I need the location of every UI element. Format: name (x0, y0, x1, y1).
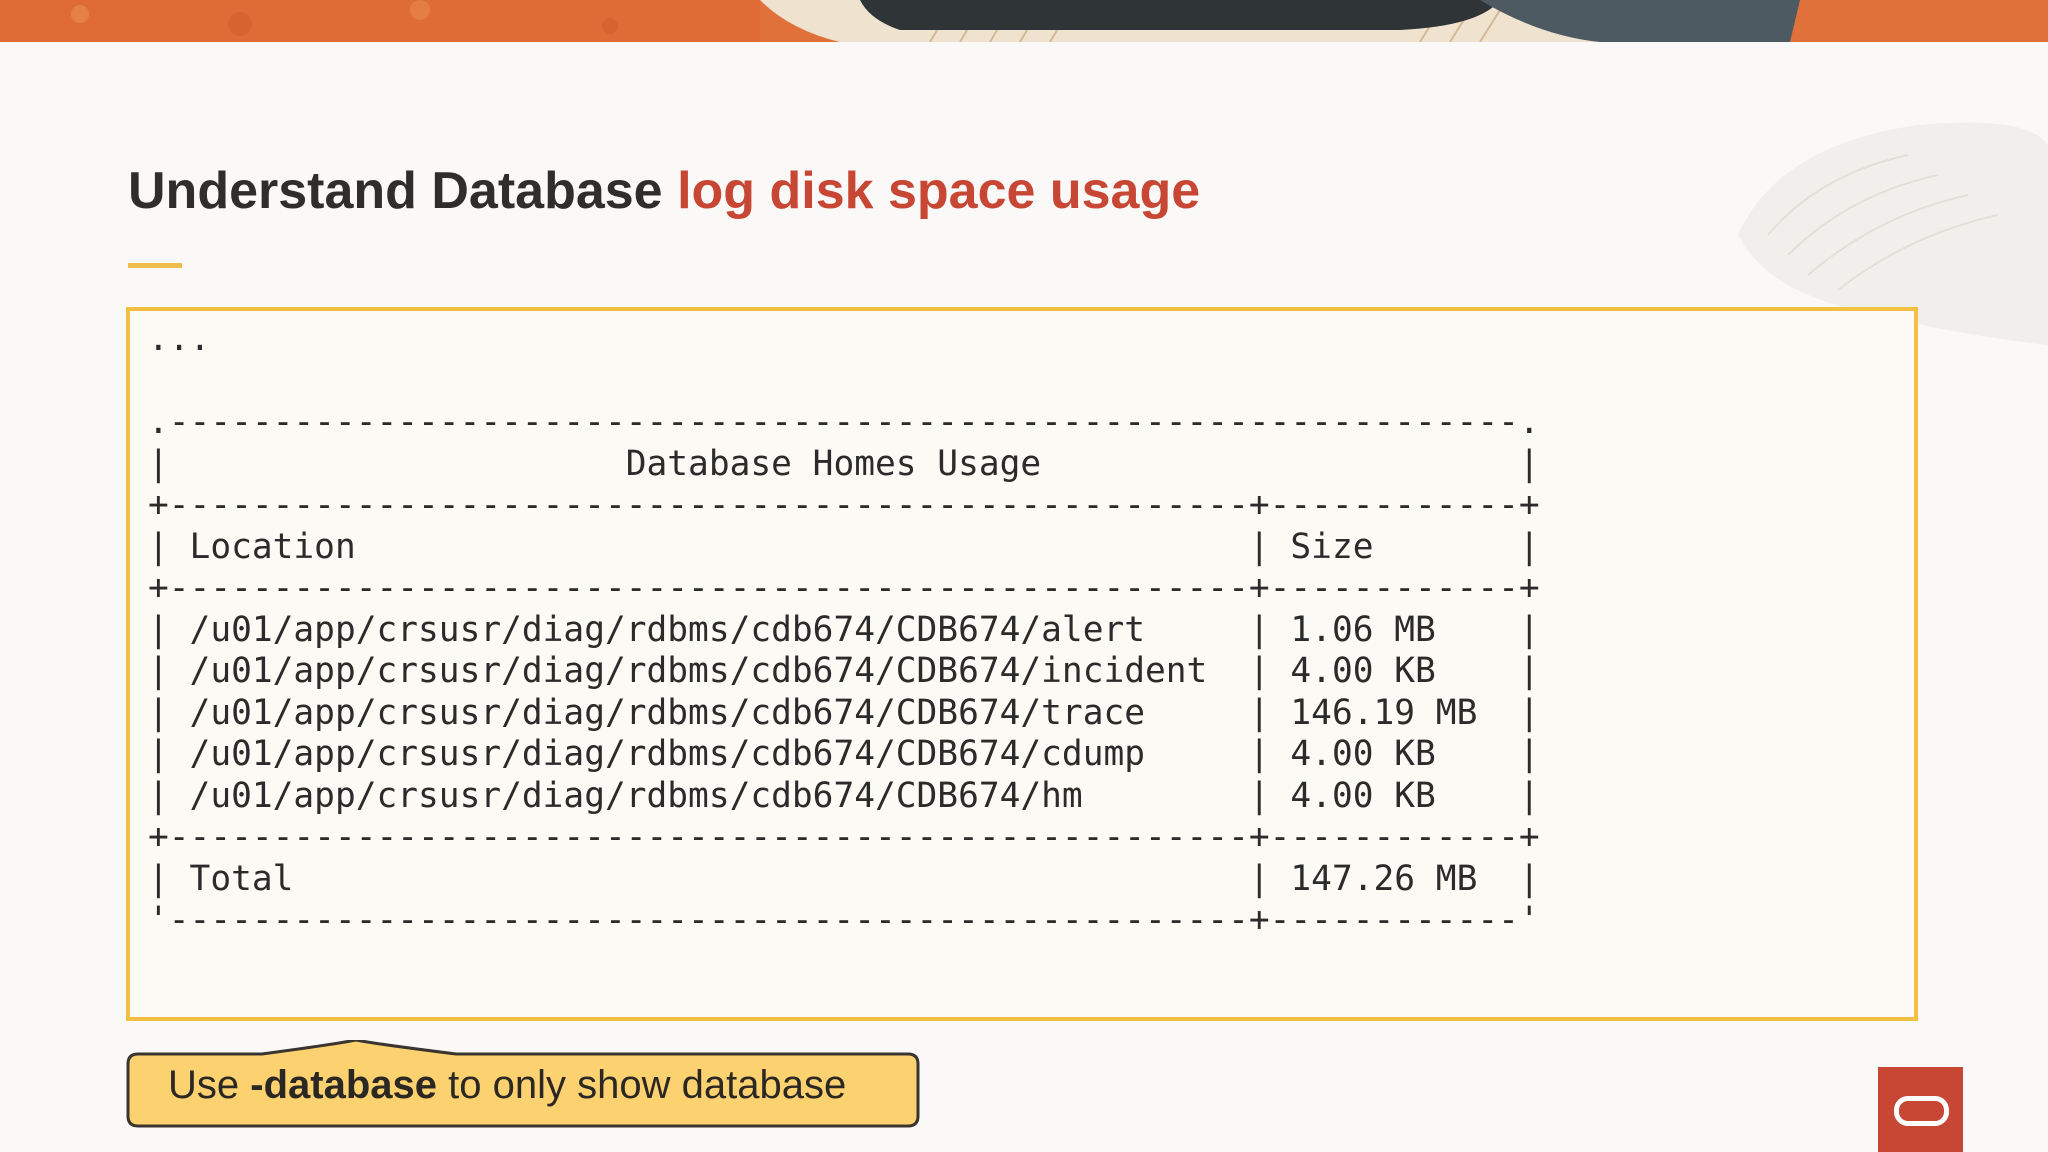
table-border: | (1518, 526, 1540, 567)
table-row: | /u01/app/crsusr/diag/rdbms/cdb674/CDB6… (148, 775, 1540, 816)
column-header-location: Location (189, 526, 1249, 567)
code-output-text: ... .-----------------------------------… (148, 319, 1540, 942)
table-border: | (1248, 526, 1291, 567)
row-size: 4.00 KB (1290, 734, 1519, 774)
table-row: | /u01/app/crsusr/diag/rdbms/cdb674/CDB6… (148, 692, 1540, 733)
table-border: +---------------------------------------… (148, 485, 1540, 525)
title-main-text: Understand Database (128, 162, 663, 220)
table-border: +---------------------------------------… (148, 817, 1540, 857)
row-size: 4.00 KB (1290, 651, 1519, 691)
callout-text: Use -database to only show database (168, 1062, 846, 1108)
row-size: 1.06 MB (1290, 609, 1519, 650)
row-location: /u01/app/crsusr/diag/rdbms/cdb674/CDB674… (189, 692, 1249, 733)
page-title: Understand Database log disk space usage (128, 158, 1200, 224)
row-location: /u01/app/crsusr/diag/rdbms/cdb674/CDB674… (189, 651, 1249, 691)
table-border: | (148, 526, 190, 567)
row-size: 4.00 KB (1290, 775, 1519, 816)
table-border: | (148, 443, 169, 484)
callout-prefix: Use (168, 1063, 240, 1107)
decorative-background-texture (1658, 85, 2048, 345)
table-border: '---------------------------------------… (148, 900, 1540, 940)
row-location: /u01/app/crsusr/diag/rdbms/cdb674/CDB674… (189, 775, 1249, 816)
column-header-size: Size (1290, 526, 1519, 567)
table-title: Database Homes Usage (168, 443, 1519, 484)
row-location: /u01/app/crsusr/diag/rdbms/cdb674/CDB674… (189, 734, 1249, 774)
oracle-logo-icon (1878, 1067, 1963, 1152)
table-row: | /u01/app/crsusr/diag/rdbms/cdb674/CDB6… (148, 651, 1540, 691)
title-underline (128, 263, 182, 268)
callout-suffix: to only show database (448, 1063, 847, 1107)
table-border: | (1518, 443, 1540, 484)
table-border: .---------------------------------------… (148, 402, 1540, 442)
row-size: 146.19 MB (1290, 692, 1519, 733)
oracle-ring-icon (1894, 1096, 1949, 1126)
tip-callout: Use -database to only show database (126, 1040, 920, 1128)
decorative-header-banner (0, 0, 2048, 42)
table-border: +---------------------------------------… (148, 568, 1540, 608)
title-accent-text: log disk space usage (677, 162, 1201, 220)
table-row: | /u01/app/crsusr/diag/rdbms/cdb674/CDB6… (148, 734, 1540, 774)
row-location: /u01/app/crsusr/diag/rdbms/cdb674/CDB674… (189, 609, 1249, 650)
total-label: Total (189, 858, 1249, 899)
total-size: 147.26 MB (1290, 858, 1519, 899)
total-row: | Total | 147.26 MB | (148, 858, 1540, 899)
callout-flag: -database (250, 1063, 438, 1107)
table-row: | /u01/app/crsusr/diag/rdbms/cdb674/CDB6… (148, 609, 1540, 650)
code-output-box: ... .-----------------------------------… (126, 307, 1918, 1021)
code-ellipsis: ... (148, 319, 211, 359)
